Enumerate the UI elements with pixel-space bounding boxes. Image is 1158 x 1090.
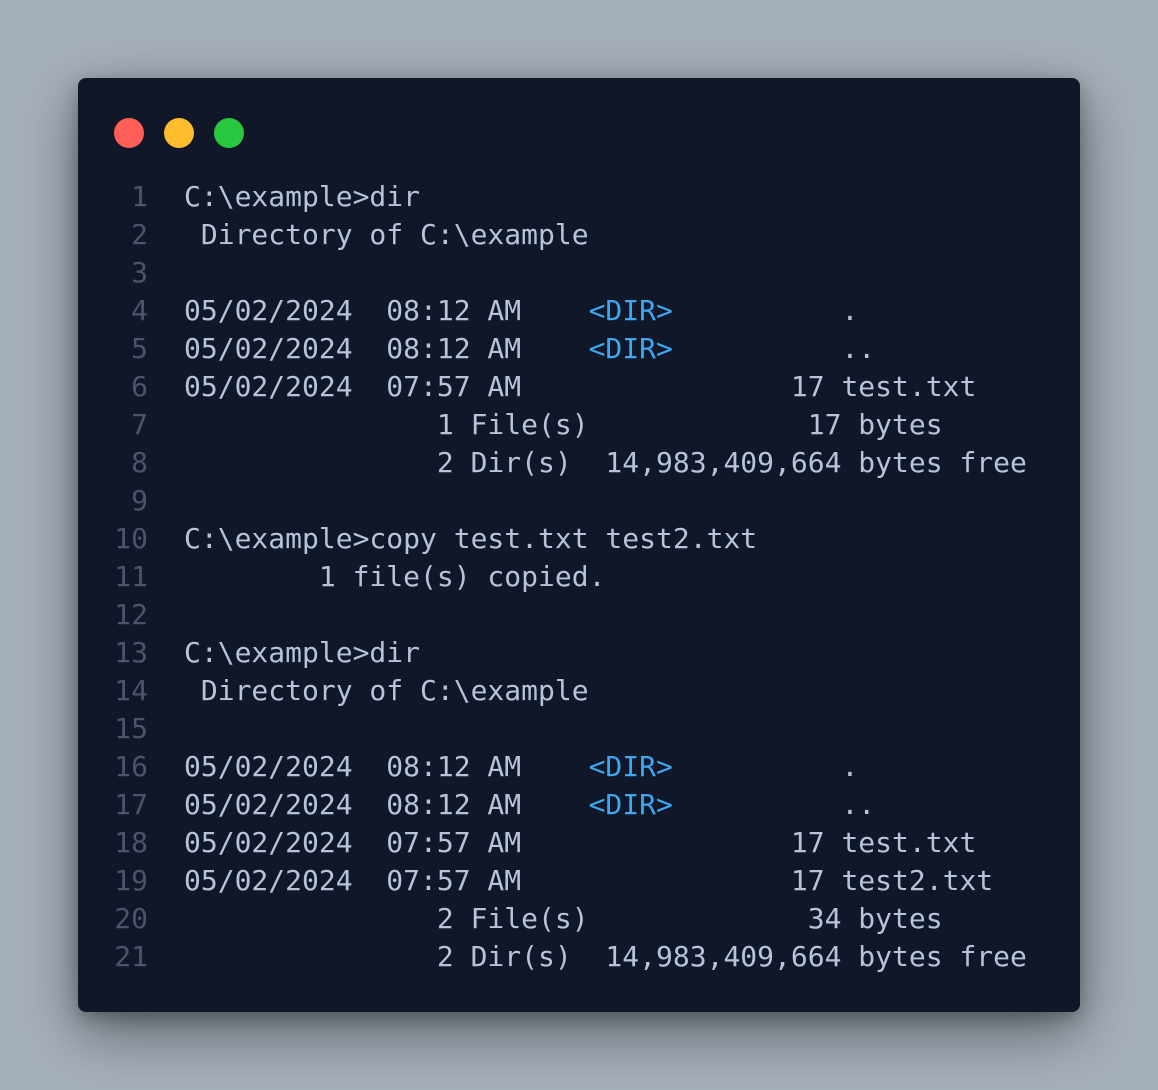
- line-number: 14: [114, 674, 148, 707]
- line-number: 17: [114, 788, 148, 821]
- line-text: C:\example>dir: [184, 180, 421, 213]
- minimize-button[interactable]: [164, 118, 194, 148]
- maximize-button[interactable]: [214, 118, 244, 148]
- code-line: 9: [78, 482, 1080, 520]
- code-line: 14 Directory of C:\example: [78, 672, 1080, 710]
- line-text: 05/02/2024 08:12 AM <DIR> .: [184, 750, 859, 783]
- line-number: 21: [114, 940, 148, 973]
- line-text: 05/02/2024 07:57 AM 17 test2.txt: [184, 864, 994, 897]
- line-number: 1: [131, 180, 148, 213]
- code-line: 20 2 File(s) 34 bytes: [78, 900, 1080, 938]
- line-number: 7: [131, 408, 148, 441]
- line-text: 05/02/2024 08:12 AM <DIR> ..: [184, 788, 876, 821]
- close-button[interactable]: [114, 118, 144, 148]
- line-text: 05/02/2024 08:12 AM <DIR> .: [184, 294, 859, 327]
- line-number: 15: [114, 712, 148, 745]
- code-line: 19 05/02/2024 07:57 AM 17 test2.txt: [78, 862, 1080, 900]
- line-number: 10: [114, 522, 148, 555]
- code-line: 17 05/02/2024 08:12 AM <DIR> ..: [78, 786, 1080, 824]
- line-text: 05/02/2024 07:57 AM 17 test.txt: [184, 826, 977, 859]
- line-number: 6: [131, 370, 148, 403]
- line-number: 4: [131, 294, 148, 327]
- code-line: 18 05/02/2024 07:57 AM 17 test.txt: [78, 824, 1080, 862]
- line-text: C:\example>dir: [184, 636, 421, 669]
- line-text: C:\example>copy test.txt test2.txt: [184, 522, 758, 555]
- code-line: 15: [78, 710, 1080, 748]
- line-number: 18: [114, 826, 148, 859]
- code-line: 13 C:\example>dir: [78, 634, 1080, 672]
- code-line: 5 05/02/2024 08:12 AM <DIR> ..: [78, 330, 1080, 368]
- line-text: Directory of C:\example: [184, 218, 589, 251]
- line-number: 2: [131, 218, 148, 251]
- line-number: 16: [114, 750, 148, 783]
- code-line: 1 C:\example>dir: [78, 178, 1080, 216]
- dir-tag: <DIR>: [588, 750, 673, 783]
- line-text: 2 Dir(s) 14,983,409,664 bytes free: [184, 446, 1027, 479]
- code-line: 16 05/02/2024 08:12 AM <DIR> .: [78, 748, 1080, 786]
- terminal-window: 1 C:\example>dir 2 Directory of C:\exampl…: [78, 78, 1080, 1012]
- line-number: 3: [131, 256, 148, 289]
- code-line: 2 Directory of C:\example: [78, 216, 1080, 254]
- line-number: 9: [131, 484, 148, 517]
- line-text: 05/02/2024 08:12 AM <DIR> ..: [184, 332, 876, 365]
- code-line: 6 05/02/2024 07:57 AM 17 test.txt: [78, 368, 1080, 406]
- line-number: 12: [114, 598, 148, 631]
- code-line: 21 2 Dir(s) 14,983,409,664 bytes free: [78, 938, 1080, 976]
- line-number: 5: [131, 332, 148, 365]
- line-text: 2 File(s) 34 bytes: [184, 902, 943, 935]
- code-line: 10 C:\example>copy test.txt test2.txt: [78, 520, 1080, 558]
- line-number: 19: [114, 864, 148, 897]
- line-text: 2 Dir(s) 14,983,409,664 bytes free: [184, 940, 1027, 973]
- code-line: 12: [78, 596, 1080, 634]
- line-text: 05/02/2024 07:57 AM 17 test.txt: [184, 370, 977, 403]
- dir-tag: <DIR>: [588, 788, 673, 821]
- line-number: 20: [114, 902, 148, 935]
- line-text: 1 file(s) copied.: [184, 560, 606, 593]
- line-number: 11: [114, 560, 148, 593]
- line-number: 8: [131, 446, 148, 479]
- code-line: 7 1 File(s) 17 bytes: [78, 406, 1080, 444]
- line-text: 1 File(s) 17 bytes: [184, 408, 943, 441]
- code-line: 8 2 Dir(s) 14,983,409,664 bytes free: [78, 444, 1080, 482]
- line-number: 13: [114, 636, 148, 669]
- dir-tag: <DIR>: [588, 332, 673, 365]
- code-line: 3: [78, 254, 1080, 292]
- code-line: 11 1 file(s) copied.: [78, 558, 1080, 596]
- line-text: Directory of C:\example: [184, 674, 589, 707]
- dir-tag: <DIR>: [588, 294, 673, 327]
- code-line: 4 05/02/2024 08:12 AM <DIR> .: [78, 292, 1080, 330]
- terminal-output[interactable]: 1 C:\example>dir 2 Directory of C:\exampl…: [78, 178, 1080, 976]
